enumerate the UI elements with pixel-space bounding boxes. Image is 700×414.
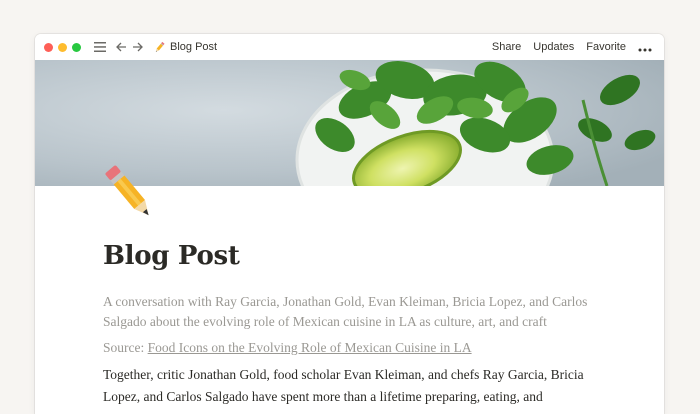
hamburger-menu-icon[interactable] [93,42,107,52]
share-button[interactable]: Share [492,41,521,53]
close-window-button[interactable] [44,42,53,52]
zoom-window-button[interactable] [72,42,81,52]
app-window: Blog Post Share Updates Favorite Blog Po… [35,34,664,414]
breadcrumb-title[interactable]: Blog Post [170,41,217,53]
titlebar: Blog Post Share Updates Favorite [35,34,664,60]
body-paragraph[interactable]: Together, critic Jonathan Gold, food sch… [103,364,603,408]
source-line[interactable]: Source: Food Icons on the Evolving Role … [103,338,603,358]
page-title[interactable]: Blog Post [103,239,603,273]
page-content: Blog Post A conversation with Ray Garcia… [103,239,603,408]
arrow-right-icon[interactable] [131,42,143,52]
page-subtitle[interactable]: A conversation with Ray Garcia, Jonathan… [103,292,603,332]
updates-button[interactable]: Updates [533,41,574,53]
breadcrumb-pencil-icon [153,41,166,54]
pencil-icon[interactable] [99,162,161,224]
titlebar-actions: Share Updates Favorite [492,34,652,60]
favorite-button[interactable]: Favorite [586,41,626,53]
minimize-window-button[interactable] [58,42,67,52]
window-controls [44,42,81,52]
source-link[interactable]: Food Icons on the Evolving Role of Mexic… [148,340,472,355]
more-horizontal-icon[interactable] [638,40,652,55]
source-prefix: Source: [103,340,145,355]
arrow-left-icon[interactable] [115,42,127,52]
